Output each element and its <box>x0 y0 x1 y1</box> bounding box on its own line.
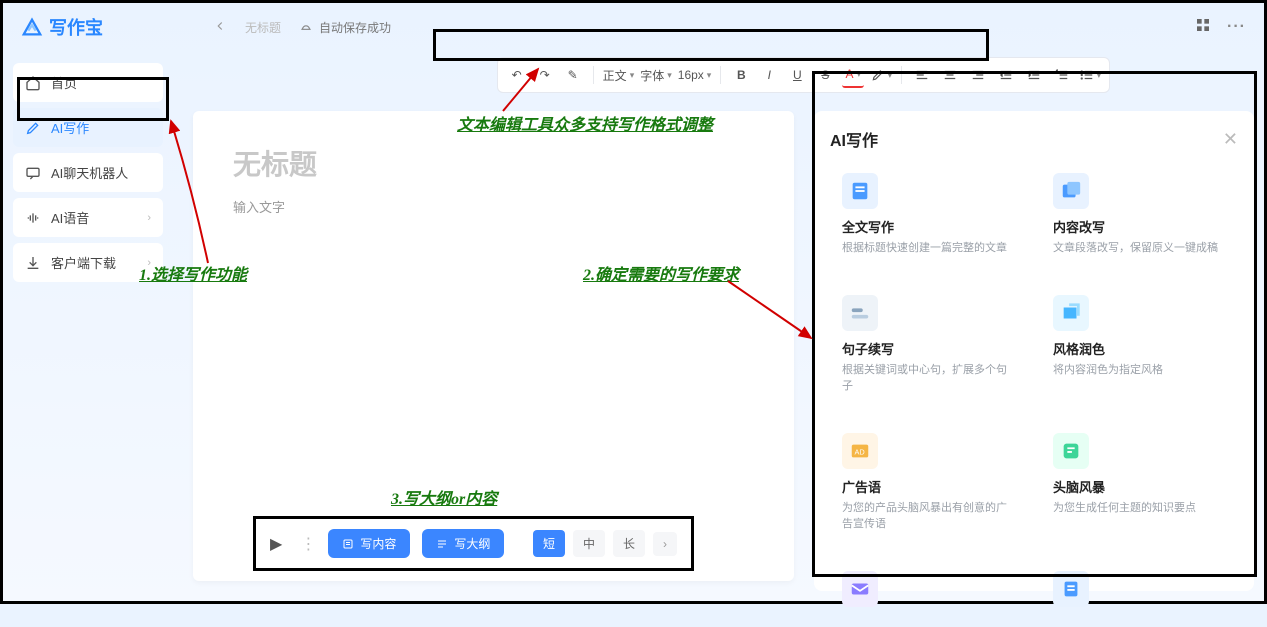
chevron-right-icon: › <box>147 212 151 224</box>
main: ↶ ↷ ✎ 正文 字体 16px B I U S A 1 <box>173 51 1264 601</box>
top-mid: 无标题 自动保存成功 <box>213 19 391 36</box>
font-size-select[interactable]: 16px <box>678 62 712 88</box>
ad-icon: AD <box>842 433 878 469</box>
sidebar-item-ai-chat[interactable]: AI聊天机器人 <box>13 153 163 192</box>
length-next[interactable]: › <box>653 532 677 556</box>
sidebar-item-label: 客户端下载 <box>51 253 116 272</box>
redo-button[interactable]: ↷ <box>534 62 556 88</box>
app-name: 写作宝 <box>49 14 103 40</box>
svg-text:1: 1 <box>1056 70 1058 74</box>
length-long[interactable]: 长 <box>613 530 645 557</box>
sidebar-item-label: 首页 <box>51 73 77 92</box>
continue-icon <box>842 295 878 331</box>
sidebar-item-label: AI语音 <box>51 208 89 227</box>
text-mode-select[interactable]: 正文 <box>603 62 635 88</box>
top-right: ··· <box>1195 17 1246 38</box>
italic-button[interactable]: I <box>758 62 780 88</box>
text-color-button[interactable]: A <box>842 62 864 88</box>
topbar: 写作宝 无标题 自动保存成功 ··· <box>3 3 1264 51</box>
ai-panel-title: AI写作 <box>830 127 878 151</box>
rewrite-icon <box>1053 173 1089 209</box>
sidebar-item-home[interactable]: 首页 <box>13 63 163 102</box>
highlight-button[interactable] <box>870 62 892 88</box>
font-select[interactable]: 字体 <box>640 62 672 88</box>
format-painter-button[interactable]: ✎ <box>562 62 584 88</box>
strike-button[interactable]: S <box>814 62 836 88</box>
sidebar-item-label: AI写作 <box>51 118 89 137</box>
download-icon <box>25 255 41 271</box>
grid-view-icon[interactable] <box>1195 17 1211 38</box>
app-logo: 写作宝 <box>21 14 103 40</box>
bold-button[interactable]: B <box>730 62 752 88</box>
audio-icon <box>25 210 41 226</box>
brainstorm-icon <box>1053 433 1089 469</box>
ai-card-brainstorm[interactable]: 头脑风暴 为您生成任何主题的知识要点 <box>1041 421 1238 545</box>
list-icon <box>1053 571 1089 607</box>
svg-text:AD: AD <box>855 447 865 456</box>
sidebar-item-ai-voice[interactable]: AI语音 › <box>13 198 163 237</box>
back-button[interactable] <box>213 19 227 36</box>
drag-handle-icon[interactable]: ⋮ <box>300 534 316 554</box>
ai-card-extra-2[interactable] <box>1041 559 1238 627</box>
ai-card-rewrite[interactable]: 内容改写 文章段落改写，保留原义一键成稿 <box>1041 161 1238 269</box>
ai-card-continue[interactable]: 句子续写 根据关键词或中心句，扩展多个句子 <box>830 283 1027 407</box>
unordered-list-button[interactable] <box>1079 62 1101 88</box>
underline-button[interactable]: U <box>786 62 808 88</box>
doc-icon <box>842 173 878 209</box>
ai-card-full-write[interactable]: 全文写作 根据标题快速创建一篇完整的文章 <box>830 161 1027 269</box>
close-icon[interactable]: ✕ <box>1223 129 1238 150</box>
sidebar-item-download[interactable]: 客户端下载 › <box>13 243 163 282</box>
caret-icon: ▶ <box>270 534 282 554</box>
write-content-button[interactable]: 写内容 <box>328 529 410 558</box>
title-input[interactable]: 无标题 <box>233 143 754 183</box>
compose-toolbar: ▶ ⋮ 写内容 写大纲 短 中 长 › <box>253 516 694 571</box>
sidebar-item-ai-write[interactable]: AI写作 <box>13 108 163 147</box>
outdent-button[interactable] <box>995 62 1017 88</box>
ai-card-extra-1[interactable] <box>830 559 1027 627</box>
editor-toolbar: ↶ ↷ ✎ 正文 字体 16px B I U S A 1 <box>497 57 1111 93</box>
align-right-button[interactable] <box>967 62 989 88</box>
autosave-status: 自动保存成功 <box>299 19 391 36</box>
chevron-right-icon: › <box>147 257 151 269</box>
chat-icon <box>25 165 41 181</box>
length-short[interactable]: 短 <box>533 530 565 557</box>
mail-icon <box>842 571 878 607</box>
polish-icon <box>1053 295 1089 331</box>
ai-card-polish[interactable]: 风格润色 将内容润色为指定风格 <box>1041 283 1238 407</box>
sidebar: 首页 AI写作 AI聊天机器人 AI语音 › 客户端下载 › <box>3 51 173 601</box>
body-input[interactable]: 输入文字 <box>233 197 754 216</box>
editor-area[interactable]: 无标题 输入文字 ▶ ⋮ 写内容 写大纲 短 中 长 › <box>193 111 794 581</box>
indent-button[interactable] <box>1023 62 1045 88</box>
undo-button[interactable]: ↶ <box>506 62 528 88</box>
sidebar-item-label: AI聊天机器人 <box>51 163 128 182</box>
align-center-button[interactable] <box>939 62 961 88</box>
pencil-icon <box>25 120 41 136</box>
length-medium[interactable]: 中 <box>573 530 605 557</box>
doc-title: 无标题 <box>245 19 281 36</box>
ai-card-ad[interactable]: AD 广告语 为您的产品头脑风暴出有创意的广告宣传语 <box>830 421 1027 545</box>
home-icon <box>25 75 41 91</box>
ai-write-panel: AI写作 ✕ 全文写作 根据标题快速创建一篇完整的文章 内容改写 文章段落改写，… <box>814 111 1254 591</box>
ordered-list-button[interactable]: 1 <box>1051 62 1073 88</box>
write-outline-button[interactable]: 写大纲 <box>422 529 504 558</box>
align-left-button[interactable] <box>911 62 933 88</box>
more-menu-icon[interactable]: ··· <box>1227 18 1246 36</box>
